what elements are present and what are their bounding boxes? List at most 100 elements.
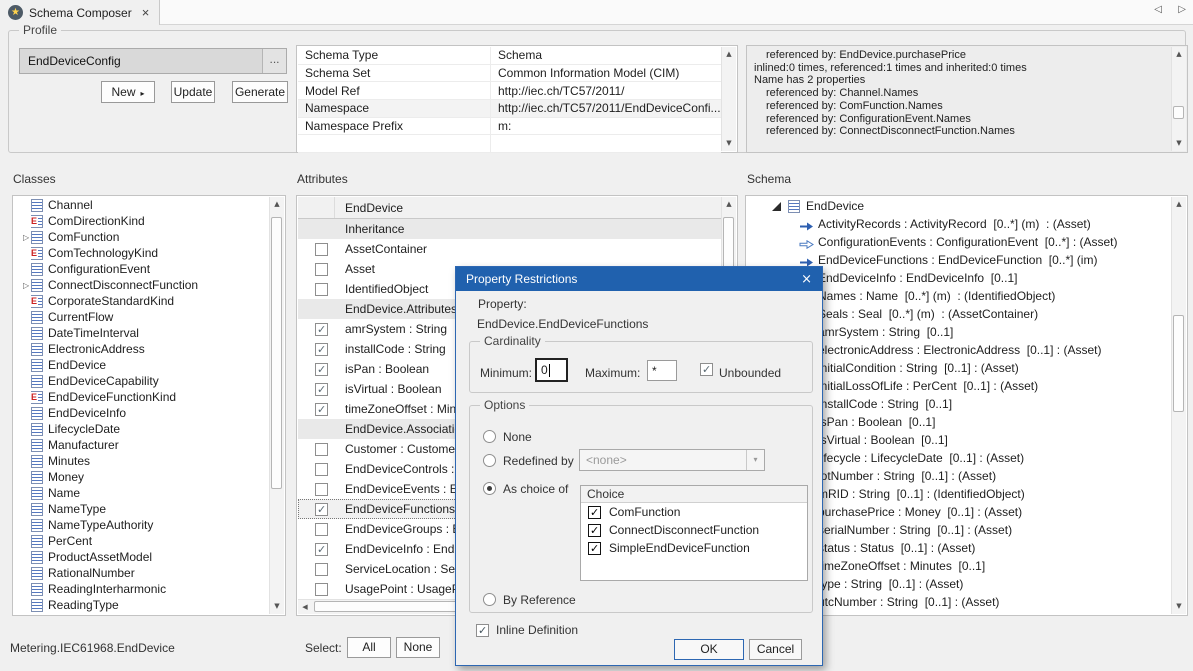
class-list-item[interactable]: Channel: [14, 197, 268, 213]
class-list-item[interactable]: CorporateStandardKind: [14, 293, 268, 309]
redefined-by-radio[interactable]: [483, 454, 496, 467]
attribute-checkbox[interactable]: [315, 283, 328, 296]
class-list-item[interactable]: ComDirectionKind: [14, 213, 268, 229]
info-panel-scrollbar[interactable]: ▲ ▼: [1171, 47, 1186, 151]
schema-tree-row[interactable]: ConfigurationEvents : ConfigurationEvent…: [747, 233, 1170, 251]
attribute-checkbox[interactable]: [315, 523, 328, 536]
class-list-item[interactable]: CurrentFlow: [14, 309, 268, 325]
browse-button[interactable]: ...: [262, 49, 286, 73]
attribute-checkbox[interactable]: [315, 403, 328, 416]
class-list-item[interactable]: EndDeviceInfo: [14, 405, 268, 421]
class-list-item[interactable]: NameType: [14, 501, 268, 517]
scroll-down-icon[interactable]: ▼: [1172, 599, 1186, 614]
as-choice-of-radio[interactable]: [483, 482, 496, 495]
attribute-checkbox[interactable]: [315, 383, 328, 396]
schema-property-row[interactable]: [298, 135, 721, 153]
by-reference-radio[interactable]: [483, 593, 496, 606]
class-list-item[interactable]: Minutes: [14, 453, 268, 469]
class-list-item[interactable]: Manufacturer: [14, 437, 268, 453]
schema-property-row[interactable]: Schema SetCommon Information Model (CIM): [298, 65, 721, 83]
dropdown-arrow-icon[interactable]: ▾: [746, 450, 764, 470]
unbounded-checkbox[interactable]: [700, 363, 713, 376]
ok-button[interactable]: OK: [674, 639, 744, 660]
attribute-checkbox[interactable]: [315, 463, 328, 476]
choice-checkbox[interactable]: [588, 506, 601, 519]
scroll-up-icon[interactable]: ▲: [270, 197, 284, 212]
attribute-checkbox[interactable]: [315, 343, 328, 356]
attribute-checkbox[interactable]: [315, 543, 328, 556]
inline-definition-checkbox[interactable]: [476, 624, 489, 637]
class-list-item[interactable]: ▷ConnectDisconnectFunction: [14, 277, 268, 293]
tab-schema-composer[interactable]: ★ Schema Composer ×: [0, 0, 160, 25]
attribute-checkbox[interactable]: [315, 263, 328, 276]
class-list-item[interactable]: ConfigurationEvent: [14, 261, 268, 277]
select-all-button[interactable]: All: [347, 637, 391, 658]
choice-item[interactable]: SimpleEndDeviceFunction: [581, 539, 807, 557]
class-list-item[interactable]: EndDevice: [14, 357, 268, 373]
attribute-checkbox[interactable]: [315, 503, 328, 516]
tab-close-icon[interactable]: ×: [142, 5, 150, 20]
none-radio[interactable]: [483, 430, 496, 443]
attribute-checkbox[interactable]: [315, 363, 328, 376]
scroll-thumb[interactable]: [1173, 106, 1184, 119]
class-list-item[interactable]: ComTechnologyKind: [14, 245, 268, 261]
class-list-item[interactable]: NameTypeAuthority: [14, 517, 268, 533]
update-button[interactable]: Update: [171, 81, 215, 103]
class-list-item[interactable]: ▷ComFunction: [14, 229, 268, 245]
class-list-item[interactable]: ReadingType: [14, 597, 268, 613]
scroll-left-icon[interactable]: ◀: [298, 600, 312, 615]
class-list-item[interactable]: ProductAssetModel: [14, 549, 268, 565]
tab-scroll-left-icon[interactable]: ◁: [1154, 4, 1162, 15]
dialog-close-icon[interactable]: ×: [801, 272, 812, 287]
attribute-checkbox[interactable]: [315, 243, 328, 256]
cancel-button[interactable]: Cancel: [749, 639, 802, 660]
attribute-checkbox[interactable]: [315, 443, 328, 456]
choice-checkbox[interactable]: [588, 524, 601, 537]
scroll-up-icon[interactable]: ▲: [1172, 47, 1186, 62]
generate-button[interactable]: Generate: [232, 81, 288, 103]
attribute-checkbox[interactable]: [315, 483, 328, 496]
class-list-item[interactable]: EndDeviceCapability: [14, 373, 268, 389]
choice-checkbox[interactable]: [588, 542, 601, 555]
expand-icon[interactable]: ▷: [14, 281, 30, 290]
scroll-up-icon[interactable]: ▲: [722, 197, 736, 212]
choice-item[interactable]: ComFunction: [581, 503, 807, 521]
tree-collapse-icon[interactable]: [772, 202, 781, 211]
schema-tree-scrollbar[interactable]: ▲ ▼: [1171, 197, 1186, 614]
schema-tree-row[interactable]: ActivityRecords : ActivityRecord [0..*] …: [747, 215, 1170, 233]
scroll-down-icon[interactable]: ▼: [1172, 136, 1186, 151]
scroll-thumb[interactable]: [271, 217, 282, 489]
select-none-button[interactable]: None: [396, 637, 440, 658]
class-list-item[interactable]: DateTimeInterval: [14, 325, 268, 341]
class-list-item[interactable]: EndDeviceFunctionKind: [14, 389, 268, 405]
class-list-item[interactable]: RationalNumber: [14, 565, 268, 581]
schema-tree-root-row[interactable]: EndDevice: [747, 197, 1170, 215]
class-list-item[interactable]: PerCent: [14, 533, 268, 549]
scroll-down-icon[interactable]: ▼: [270, 599, 284, 614]
schema-property-row[interactable]: Schema TypeSchema: [298, 47, 721, 65]
scroll-down-icon[interactable]: ▼: [722, 136, 736, 151]
class-list-item[interactable]: Money: [14, 469, 268, 485]
tab-scroll-right-icon[interactable]: ▷: [1178, 4, 1186, 15]
class-list-item[interactable]: LifecycleDate: [14, 421, 268, 437]
class-list-item[interactable]: ElectronicAddress: [14, 341, 268, 357]
attribute-checkbox[interactable]: [315, 323, 328, 336]
schema-property-row[interactable]: Model Refhttp://iec.ch/TC57/2011/: [298, 82, 721, 100]
scroll-up-icon[interactable]: ▲: [722, 47, 736, 62]
new-button[interactable]: New▸: [101, 81, 155, 103]
profile-name-field[interactable]: EndDeviceConfig ...: [19, 48, 287, 74]
redefined-by-dropdown[interactable]: <none> ▾: [579, 449, 765, 471]
expand-icon[interactable]: ▷: [14, 233, 30, 242]
choice-item[interactable]: ConnectDisconnectFunction: [581, 521, 807, 539]
classes-scrollbar[interactable]: ▲ ▼: [269, 197, 284, 614]
attribute-checkbox[interactable]: [315, 583, 328, 596]
schema-table-scrollbar[interactable]: ▲ ▼: [721, 47, 736, 151]
class-list-item[interactable]: ReadingInterharmonic: [14, 581, 268, 597]
schema-property-row[interactable]: Namespacehttp://iec.ch/TC57/2011/EndDevi…: [298, 100, 721, 118]
attribute-checkbox[interactable]: [315, 563, 328, 576]
maximum-input[interactable]: *: [647, 360, 677, 381]
minimum-input[interactable]: 0: [535, 358, 568, 382]
class-list-item[interactable]: Name: [14, 485, 268, 501]
attribute-row[interactable]: AssetContainer: [298, 239, 721, 259]
schema-property-row[interactable]: Namespace Prefixm:: [298, 118, 721, 136]
